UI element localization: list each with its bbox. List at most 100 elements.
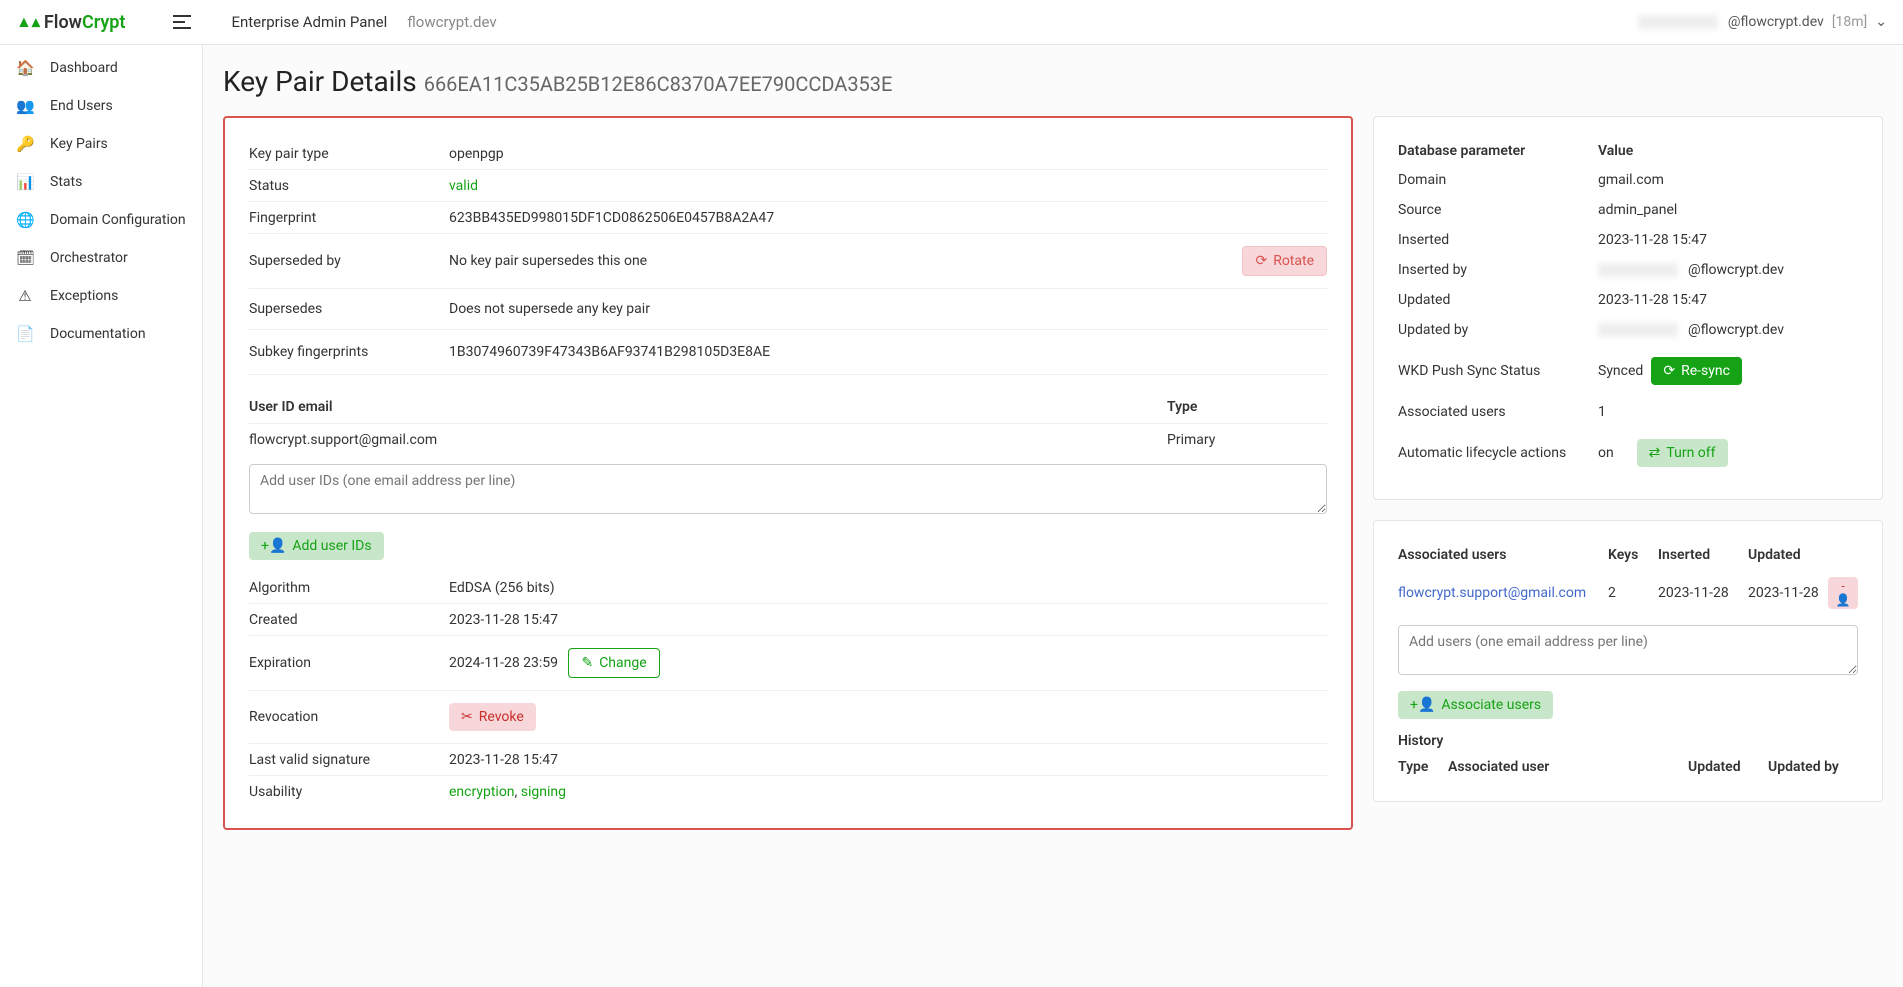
created-value: 2023-11-28 15:47 — [449, 612, 1327, 628]
sidebar-item-label: Exceptions — [50, 288, 118, 304]
uid-header-type: Type — [1167, 399, 1327, 415]
uid-row: flowcrypt.support@gmail.com Primary — [249, 424, 1327, 456]
user-plus-icon: +👤 — [261, 538, 286, 554]
db-header-param: Database parameter — [1398, 143, 1598, 159]
db-value: 1 — [1598, 404, 1858, 420]
fingerprint-value: 623BB435ED998015DF1CD0862506E0457B8A2A47 — [449, 210, 1327, 226]
redacted — [1598, 323, 1678, 337]
toggle-icon: ⇄ — [1649, 445, 1661, 461]
assoc-user-link[interactable]: flowcrypt.support@gmail.com — [1398, 585, 1586, 601]
kv-value: openpgp — [449, 146, 1327, 162]
doc-icon: 📄 — [16, 325, 34, 343]
sidebar-item-label: Key Pairs — [50, 136, 108, 152]
add-user-ids-input[interactable] — [249, 464, 1327, 514]
lifecycle-status: on — [1598, 445, 1614, 461]
user-menu[interactable]: @flowcrypt.dev [18m] ⌄ — [1638, 14, 1887, 30]
assoc-keys: 2 — [1608, 585, 1658, 601]
brand-logo[interactable]: ▲▴ FlowCrypt — [16, 12, 125, 33]
sidebar-item-label: Documentation — [50, 326, 146, 342]
add-user-ids-button[interactable]: +👤Add user IDs — [249, 532, 384, 560]
assoc-updated: 2023-11-28 — [1748, 585, 1828, 601]
db-label: Domain — [1398, 172, 1598, 188]
kv-label: Usability — [249, 784, 449, 800]
hist-header-by: Updated by — [1768, 759, 1858, 775]
sidebar-item-exceptions[interactable]: ⚠ Exceptions — [0, 277, 202, 315]
assoc-inserted: 2023-11-28 — [1658, 585, 1748, 601]
associate-users-button[interactable]: +👤Associate users — [1398, 691, 1553, 719]
sidebar-item-domain-config[interactable]: 🌐 Domain Configuration — [0, 201, 202, 239]
resync-button[interactable]: ⟳Re-sync — [1651, 357, 1742, 385]
kv-label: Algorithm — [249, 580, 449, 596]
revoke-button[interactable]: ✂Revoke — [449, 703, 536, 731]
assoc-header-inserted: Inserted — [1658, 547, 1748, 563]
pencil-icon: ✎ — [581, 655, 593, 671]
uid-email: flowcrypt.support@gmail.com — [249, 432, 1167, 448]
top-header: ▲▴ FlowCrypt Enterprise Admin Panel flow… — [0, 0, 1903, 45]
kv-label: Revocation — [249, 709, 449, 725]
user-suffix: @flowcrypt.dev — [1728, 14, 1824, 30]
db-label: Source — [1398, 202, 1598, 218]
kv-label: Supersedes — [249, 301, 449, 317]
menu-toggle-icon[interactable] — [173, 14, 191, 30]
associated-users-card: Associated users Keys Inserted Updated f… — [1373, 520, 1883, 802]
kv-label: Status — [249, 178, 449, 194]
sidebar-item-end-users[interactable]: 👥End Users — [0, 87, 202, 125]
alert-icon: ⚠ — [16, 287, 34, 305]
supersedes-value: Does not supersede any key pair — [449, 301, 1327, 317]
panel-title: Enterprise Admin Panel — [231, 13, 387, 31]
sidebar-item-dashboard[interactable]: 🏠Dashboard — [0, 49, 202, 87]
db-value: 2023-11-28 15:47 — [1598, 292, 1858, 308]
turn-off-button[interactable]: ⇄Turn off — [1637, 439, 1728, 467]
sidebar-item-label: Stats — [50, 174, 82, 190]
usability-value: encryption, signing — [449, 784, 1327, 800]
user-minus-icon: -👤 — [1834, 579, 1852, 607]
db-value: gmail.com — [1598, 172, 1858, 188]
sidebar: 🏠Dashboard 👥End Users 🔑Key Pairs 📊Stats … — [0, 45, 203, 987]
sidebar-item-label: Dashboard — [50, 60, 118, 76]
kv-label: Subkey fingerprints — [249, 344, 449, 360]
rotate-button[interactable]: ⟳Rotate — [1242, 246, 1327, 276]
calendar-icon: 🗓 — [16, 249, 34, 267]
kv-label: Last valid signature — [249, 752, 449, 768]
brand-icon: ▲▴ — [16, 12, 40, 32]
chart-icon: 📊 — [16, 173, 34, 191]
status-value: valid — [449, 178, 1327, 194]
sidebar-item-label: Domain Configuration — [50, 212, 186, 228]
assoc-row: flowcrypt.support@gmail.com 2 2023-11-28… — [1398, 569, 1858, 617]
superseded-by-value: No key pair supersedes this one — [449, 253, 1230, 269]
last-valid-signature-value: 2023-11-28 15:47 — [449, 752, 1327, 768]
db-label: Updated — [1398, 292, 1598, 308]
sidebar-item-orchestrator[interactable]: 🗓Orchestrator — [0, 239, 202, 277]
db-label: Inserted by — [1398, 262, 1598, 278]
change-expiration-button[interactable]: ✎Change — [568, 648, 659, 678]
kv-label: Expiration — [249, 655, 449, 671]
sidebar-item-documentation[interactable]: 📄 Documentation — [0, 315, 202, 353]
kv-label: Key pair type — [249, 146, 449, 162]
sidebar-item-stats[interactable]: 📊 Stats — [0, 163, 202, 201]
remove-user-button[interactable]: -👤 — [1828, 577, 1858, 609]
assoc-header-user: Associated users — [1398, 547, 1608, 563]
db-header-value: Value — [1598, 143, 1858, 159]
kv-label: Created — [249, 612, 449, 628]
database-card: Database parameterValue Domaingmail.com … — [1373, 116, 1883, 500]
db-value: 2023-11-28 15:47 — [1598, 232, 1858, 248]
brand-text-crypt: Crypt — [82, 12, 126, 33]
globe-icon: 🌐 — [16, 211, 34, 229]
key-id: 666EA11C35AB25B12E86C8370A7EE790CCDA353E — [424, 72, 893, 96]
key-icon: 🔑 — [16, 135, 34, 153]
key-details-card: Key pair typeopenpgp Statusvalid Fingerp… — [223, 116, 1353, 830]
hist-header-user: Associated user — [1448, 759, 1688, 775]
db-value: admin_panel — [1598, 202, 1858, 218]
expiration-value: 2024-11-28 23:59 ✎Change — [449, 648, 1327, 678]
history-title: History — [1398, 733, 1858, 749]
db-label: WKD Push Sync Status — [1398, 363, 1598, 379]
kv-label: Fingerprint — [249, 210, 449, 226]
main-content: Key Pair Details 666EA11C35AB25B12E86C83… — [203, 45, 1903, 987]
algorithm-value: EdDSA (256 bits) — [449, 580, 1327, 596]
chevron-down-icon: ⌄ — [1875, 14, 1887, 30]
sync-icon: ⟳ — [1663, 363, 1675, 379]
db-label: Inserted — [1398, 232, 1598, 248]
add-users-input[interactable] — [1398, 625, 1858, 675]
sidebar-item-key-pairs[interactable]: 🔑 Key Pairs — [0, 125, 202, 163]
user-plus-icon: +👤 — [1410, 697, 1435, 713]
